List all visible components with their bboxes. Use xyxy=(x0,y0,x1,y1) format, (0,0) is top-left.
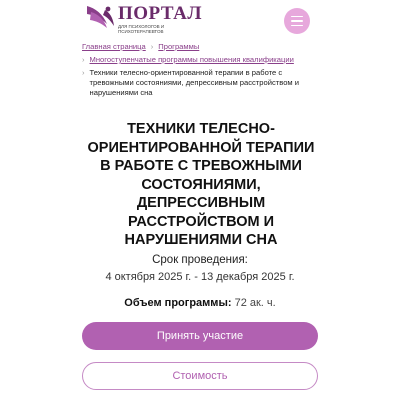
portal-logo[interactable]: ПОРТАЛ для психологов и психотерапевтов xyxy=(85,2,205,36)
menu-button[interactable] xyxy=(284,8,310,34)
breadcrumb-multistage-link[interactable]: Многоступенчатые программы повышения ква… xyxy=(90,55,294,65)
breadcrumb-programs-link[interactable]: Программы xyxy=(158,42,199,52)
program-volume: Объем программы: 72 ак. ч. xyxy=(82,297,318,309)
cost-button[interactable]: Стоимость xyxy=(82,362,318,390)
breadcrumb-row: › Многоступенчатые программы повышения к… xyxy=(82,55,322,65)
breadcrumb-current: Техники телесно-ориентированной терапии … xyxy=(89,68,299,97)
logo-subtitle: для психологов и психотерапевтов xyxy=(118,24,165,34)
volume-label: Объем программы: xyxy=(124,297,232,309)
breadcrumb: Главная страница › Программы › Многоступ… xyxy=(82,42,322,101)
breadcrumb-row: Главная страница › Программы xyxy=(82,42,322,52)
period-label: Срок проведения: xyxy=(152,254,248,266)
page-title: Техники телесно-ориентированной терапии … xyxy=(87,121,315,248)
breadcrumb-separator-icon: › xyxy=(82,55,85,64)
breadcrumb-separator-icon: › xyxy=(82,68,85,77)
site-header: ПОРТАЛ для психологов и психотерапевтов xyxy=(0,0,400,44)
hamburger-icon xyxy=(291,15,303,18)
wing-icon xyxy=(87,6,114,28)
period-value: 4 октября 2025 г. - 13 декабря 2025 г. xyxy=(105,271,295,283)
logo-title: ПОРТАЛ xyxy=(118,3,203,24)
breadcrumb-row: › Техники телесно-ориентированной терапи… xyxy=(82,68,322,98)
breadcrumb-home-link[interactable]: Главная страница xyxy=(82,42,146,52)
breadcrumb-separator-icon: › xyxy=(150,42,154,51)
participate-button[interactable]: Принять участие xyxy=(82,322,318,350)
volume-value: 72 ак. ч. xyxy=(234,297,276,309)
